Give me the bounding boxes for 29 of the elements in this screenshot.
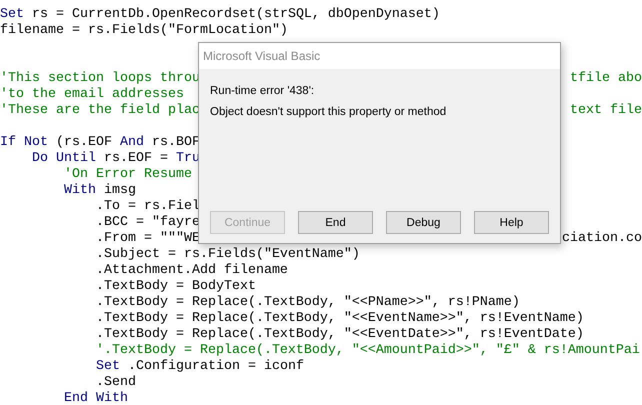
code-text: filename = rs.Fields("FormLocation") [0,23,288,39]
code-text: 'These are the field plac [0,103,200,119]
dialog-title: Microsoft Visual Basic [203,49,320,63]
code-text: .Send [94,375,136,391]
code-text: .Subject = rs.Fields("EventName") [94,247,360,263]
code-text: .TextBody = Replace(.TextBody, "<<PName>>", rs!PName) [94,295,520,311]
code-text: .BCC = "fayre [94,215,200,231]
code-text: ciation.co [562,231,642,247]
code-text: 'On Error Resume [62,167,192,183]
code-text: .TextBody = Replace(.TextBody, "<<EventDate>>", rs!EventDate) [94,327,584,343]
code-text: '.TextBody = Replace(.TextBody, "<<AmountPaid>>", "£" & rs!AmountPai [94,343,640,359]
code-text: With imsg [62,183,136,199]
code-text: End With [62,391,128,405]
dialog-button[interactable]: Debug [386,211,461,234]
code-text: .From = """WE [94,231,200,247]
error-message: Run-time error '438': [210,85,316,97]
code-text: If Not (rs.EOF And rs.BOF [0,135,200,151]
code-text: .TextBody = Replace(.TextBody, "<<EventName>>", rs!EventName) [94,311,584,327]
dialog-button[interactable]: End [298,211,373,234]
dialog-button[interactable]: Help [474,211,549,234]
code-text: .Attachment.Add filename [94,263,288,279]
code-text: tfile abo [570,71,642,87]
code-text: text file [570,103,642,119]
code-text: Set .Configuration = iconf [94,359,304,375]
error-message: Object doesn't support this property or method [210,106,448,118]
code-text: 'to the email addresses [0,87,184,103]
code-text: Set rs = CurrentDb.OpenRecordset(strSQL, dbOpenDynaset) [0,7,440,23]
code-text: .TextBody = BodyText [94,279,256,295]
code-text: .To = rs.Fiel [94,199,200,215]
